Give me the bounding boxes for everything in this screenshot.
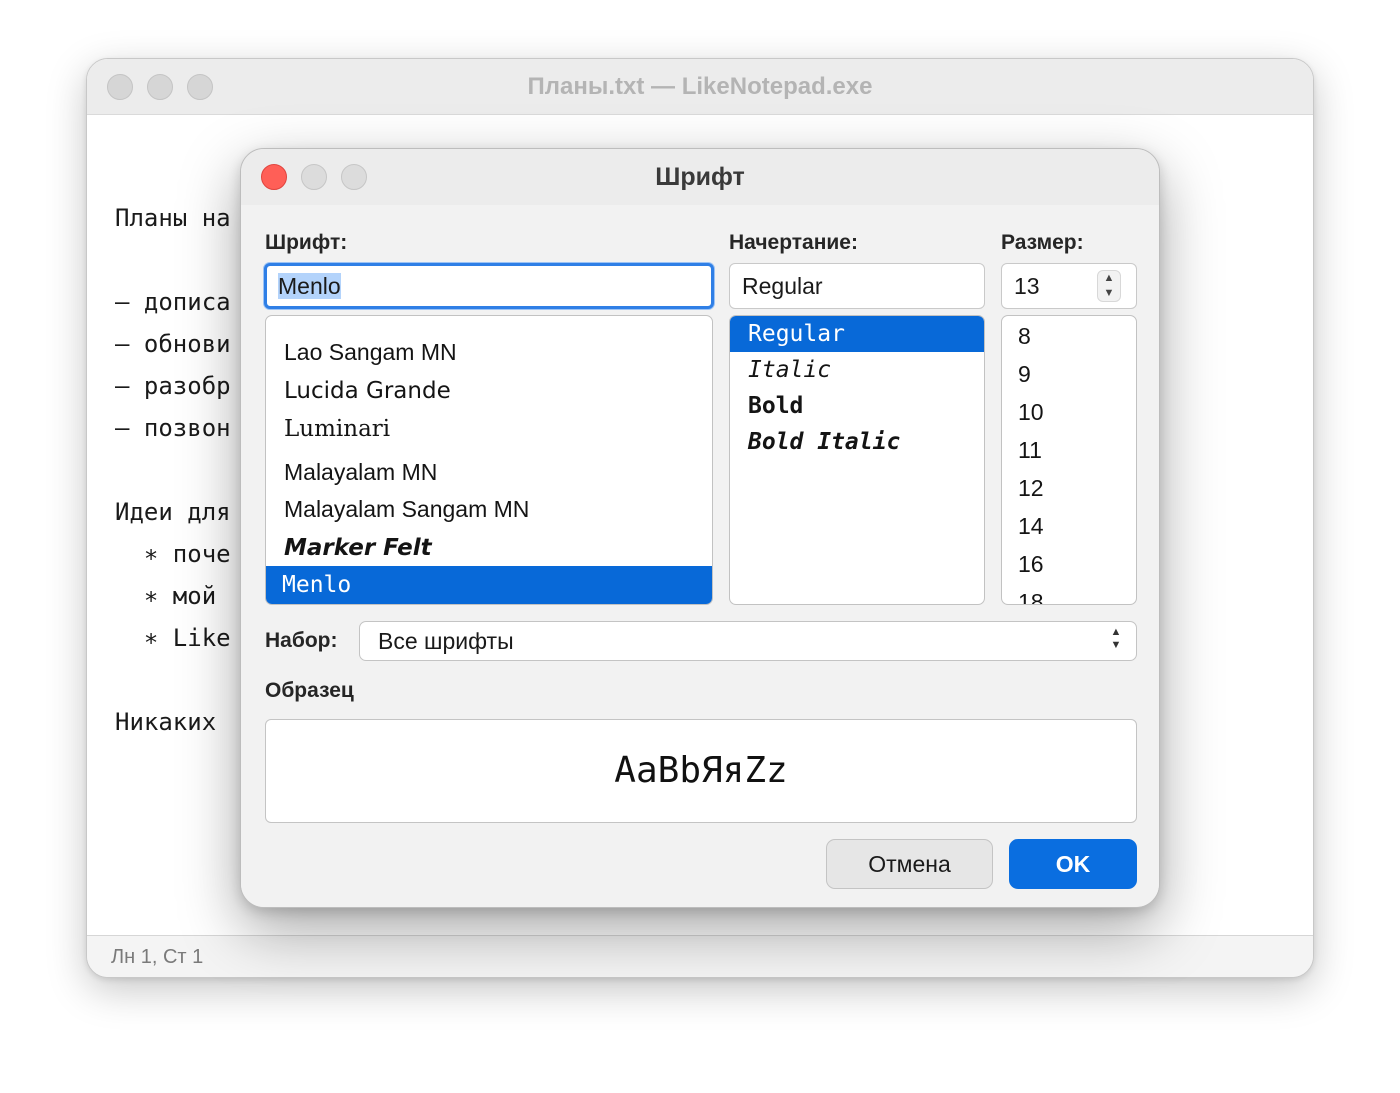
- style-list-item[interactable]: Bold: [730, 388, 984, 424]
- dialog-title: Шрифт: [655, 163, 745, 191]
- editor-line: ∗ Like: [115, 624, 231, 652]
- ok-button[interactable]: OK: [1009, 839, 1137, 889]
- font-list-item[interactable]: Luminari: [266, 410, 712, 448]
- editor-window-title: Планы.txt — LikeNotepad.exe: [527, 73, 873, 100]
- sample-label: Образец: [265, 679, 354, 702]
- font-list-item[interactable]: Lao Sangam MN: [266, 333, 712, 371]
- editor-line: — разобр: [115, 372, 231, 400]
- size-list-item[interactable]: 18: [1002, 583, 1136, 604]
- font-size-input-value: 13: [1014, 273, 1040, 299]
- sample-preview-text: AaBbЯяZz: [614, 750, 788, 791]
- editor-titlebar[interactable]: Планы.txt — LikeNotepad.exe: [87, 59, 1313, 115]
- status-bar: Лн 1, Ст 1: [87, 935, 1313, 977]
- editor-line: — позвон: [115, 414, 231, 442]
- size-list-item[interactable]: 14: [1002, 507, 1136, 545]
- stepper-up-icon[interactable]: ▲: [1098, 271, 1120, 286]
- font-size-label: Размер:: [1001, 231, 1084, 254]
- stepper-down-icon[interactable]: ▼: [1098, 286, 1120, 301]
- font-dialog: Шрифт Шрифт: Начертание: Размер: Menlo R…: [240, 148, 1160, 908]
- popup-up-icon: ▲: [1110, 626, 1122, 638]
- font-style-input[interactable]: Regular: [729, 263, 985, 309]
- collection-label-text: Набор:: [265, 629, 338, 652]
- dialog-body: Шрифт: Начертание: Размер: Menlo Regular…: [241, 205, 1159, 907]
- font-list-item[interactable]: Malayalam MN: [266, 453, 712, 491]
- collection-popup-value: Все шрифты: [378, 628, 514, 654]
- font-list-item-selected[interactable]: Menlo: [266, 566, 712, 604]
- font-family-label: Шрифт:: [265, 231, 348, 254]
- editor-line: ∗ поче: [115, 540, 231, 568]
- editor-line: Никаких: [115, 708, 217, 736]
- sample-preview: AaBbЯяZz: [265, 719, 1137, 823]
- style-list-item[interactable]: Bold Italic: [730, 424, 984, 460]
- editor-line: Планы на: [115, 204, 231, 232]
- size-list-item[interactable]: 11: [1002, 431, 1136, 469]
- size-list-item[interactable]: 12: [1002, 469, 1136, 507]
- font-list-item[interactable]: Malayalam Sangam MN: [266, 490, 712, 528]
- font-family-input[interactable]: Menlo: [264, 263, 714, 309]
- font-style-input-value: Regular: [742, 273, 823, 299]
- font-list-item[interactable]: Marker Felt: [266, 529, 712, 567]
- popup-down-icon: ▼: [1110, 639, 1122, 651]
- editor-line: ∗ мой: [115, 582, 217, 610]
- font-style-list[interactable]: Regular Italic Bold Bold Italic: [729, 315, 985, 605]
- cancel-button[interactable]: Отмена: [826, 839, 993, 889]
- collection-popup[interactable]: Все шрифты ▲ ▼: [359, 621, 1137, 661]
- style-list-item-selected[interactable]: Regular: [730, 316, 984, 352]
- style-list-item[interactable]: Italic: [730, 352, 984, 388]
- font-size-input[interactable]: 13 ▲ ▼: [1001, 263, 1137, 309]
- size-list-item[interactable]: 16: [1002, 545, 1136, 583]
- chevron-updown-icon: ▲ ▼: [1108, 626, 1124, 656]
- font-size-stepper[interactable]: ▲ ▼: [1097, 270, 1121, 302]
- size-list-item[interactable]: 9: [1002, 355, 1136, 393]
- editor-line: — обнови: [115, 330, 231, 358]
- font-list-item[interactable]: Lucida Grande: [266, 372, 712, 410]
- font-dialog-titlebar[interactable]: Шрифт: [241, 149, 1159, 205]
- editor-line: Идеи для: [115, 498, 231, 526]
- font-family-list[interactable]: Lao Sangam MN Lucida Grande Luminari Mal…: [265, 315, 713, 605]
- font-style-label: Начертание:: [729, 231, 858, 254]
- size-list-item[interactable]: 10: [1002, 393, 1136, 431]
- font-family-input-value: Menlo: [278, 273, 341, 299]
- font-size-list[interactable]: 8 9 10 11 12 14 16 18: [1001, 315, 1137, 605]
- size-list-item[interactable]: 8: [1002, 317, 1136, 355]
- editor-line: — дописа: [115, 288, 231, 316]
